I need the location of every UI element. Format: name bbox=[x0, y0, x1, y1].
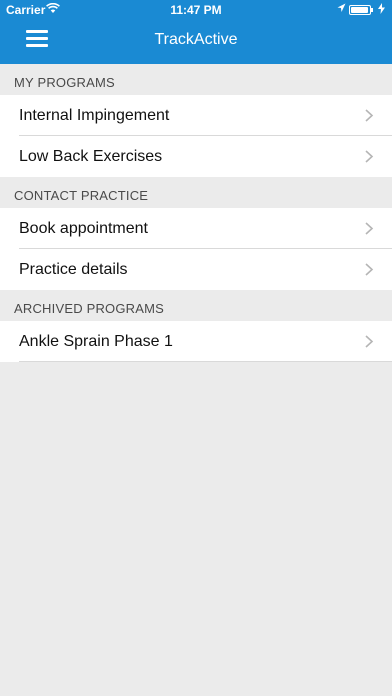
list-item-practice-details[interactable]: Practice details bbox=[0, 249, 392, 290]
section-header-archived-programs: ARCHIVED PROGRAMS bbox=[0, 290, 392, 321]
list-item-label: Low Back Exercises bbox=[19, 148, 163, 165]
chevron-right-icon bbox=[365, 263, 374, 276]
archived-programs-list: Ankle Sprain Phase 1 bbox=[0, 321, 392, 362]
chevron-right-icon bbox=[365, 335, 374, 348]
app-header: Carrier 11:47 PM TrackActive bbox=[0, 0, 392, 64]
list-item-book-appointment[interactable]: Book appointment bbox=[0, 208, 392, 249]
my-programs-list: Internal Impingement Low Back Exercises bbox=[0, 95, 392, 177]
charging-bolt-icon bbox=[378, 3, 385, 14]
chevron-right-icon bbox=[365, 222, 374, 235]
list-item-label: Book appointment bbox=[19, 220, 148, 237]
location-arrow-icon bbox=[337, 3, 346, 12]
battery-icon bbox=[349, 5, 373, 15]
list-item-ankle-sprain-phase-1[interactable]: Ankle Sprain Phase 1 bbox=[0, 321, 392, 362]
list-item-low-back-exercises[interactable]: Low Back Exercises bbox=[0, 136, 392, 177]
section-header-my-programs: MY PROGRAMS bbox=[0, 64, 392, 95]
section-header-contact-practice: CONTACT PRACTICE bbox=[0, 177, 392, 208]
status-bar: Carrier 11:47 PM bbox=[0, 0, 392, 20]
page-title: TrackActive bbox=[154, 31, 238, 48]
list-item-label: Internal Impingement bbox=[19, 107, 170, 124]
list-item-internal-impingement[interactable]: Internal Impingement bbox=[0, 95, 392, 136]
programs-list: MY PROGRAMS Internal Impingement Low Bac… bbox=[0, 64, 392, 362]
chevron-right-icon bbox=[365, 150, 374, 163]
row-divider bbox=[19, 361, 392, 362]
list-item-label: Practice details bbox=[19, 261, 128, 278]
chevron-right-icon bbox=[365, 109, 374, 122]
clock: 11:47 PM bbox=[170, 3, 222, 17]
list-item-label: Ankle Sprain Phase 1 bbox=[19, 333, 173, 350]
contact-practice-list: Book appointment Practice details bbox=[0, 208, 392, 290]
